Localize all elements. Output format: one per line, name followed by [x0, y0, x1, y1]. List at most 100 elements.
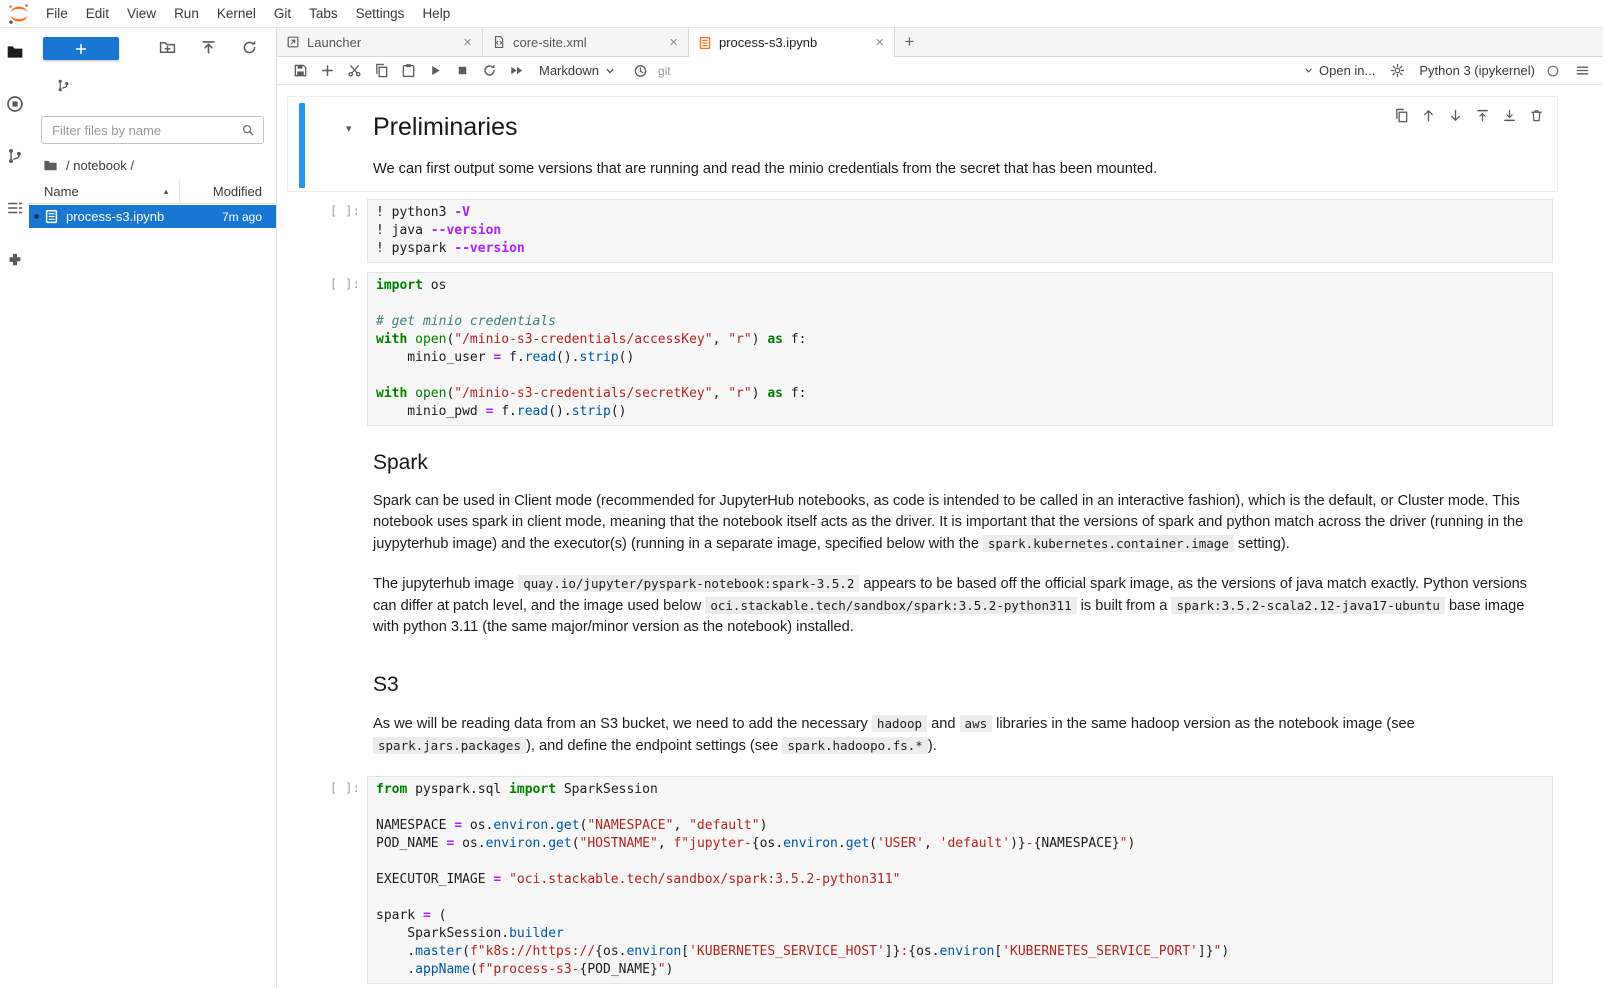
new-folder-button[interactable]: [159, 39, 176, 59]
refresh-icon: [241, 39, 258, 56]
close-icon[interactable]: ×: [462, 35, 473, 50]
breadcrumb[interactable]: / notebook /: [29, 150, 276, 180]
menu-run[interactable]: Run: [165, 0, 208, 27]
code-cell[interactable]: [ ]:! python3 -V! java --version! pyspar…: [277, 199, 1603, 263]
sidebar-tab-file-browser[interactable]: [1, 38, 29, 66]
code-cell[interactable]: [ ]:import os # get minio credentialswit…: [277, 272, 1603, 426]
paste-button[interactable]: [395, 59, 422, 83]
new-folder-icon: [159, 39, 176, 56]
sidebar-tab-table-of-contents[interactable]: [1, 194, 29, 222]
move-up-button[interactable]: [1418, 105, 1438, 125]
sidebar-tab-extensions[interactable]: [1, 246, 29, 274]
breadcrumb-path: / notebook /: [66, 158, 134, 173]
code-line: POD_NAME = os.environ.get("HOSTNAME", f"…: [376, 835, 1544, 853]
restart-button[interactable]: [476, 59, 503, 83]
cells: ▾PreliminariesWe can first output some v…: [277, 101, 1603, 984]
duplicate-icon: [1394, 108, 1409, 123]
sidebar-tab-git[interactable]: [1, 142, 29, 170]
menu-help[interactable]: Help: [413, 0, 459, 27]
markdown-cell[interactable]: S3As we will be reading data from an S3 …: [277, 657, 1603, 767]
insert-below-icon: [1502, 108, 1517, 123]
move-down-button[interactable]: [1445, 105, 1465, 125]
history-button[interactable]: [629, 59, 653, 83]
settings-button[interactable]: [1386, 60, 1408, 82]
new-launcher-button[interactable]: [43, 37, 119, 60]
file-row[interactable]: process-s3.ipynb7m ago: [29, 205, 276, 228]
copy-button[interactable]: [368, 59, 395, 83]
toolbar-overflow-button[interactable]: [1571, 60, 1593, 82]
menu-view[interactable]: View: [118, 0, 165, 27]
kernel-status-icon: [1546, 64, 1560, 78]
menu-git[interactable]: Git: [265, 0, 300, 27]
kernel-name[interactable]: Python 3 (ipykernel): [1419, 63, 1535, 78]
menu-tabs[interactable]: Tabs: [300, 0, 347, 27]
folder-icon: [43, 158, 58, 173]
menu-file[interactable]: File: [37, 0, 77, 27]
tab-process-s3-ipynb[interactable]: process-s3.ipynb ×: [689, 28, 895, 57]
tabs: Launcher×core-site.xml×process-s3.ipynb×: [277, 28, 895, 56]
refresh-button[interactable]: [241, 39, 258, 59]
save-button[interactable]: [287, 59, 314, 83]
code-editor[interactable]: from pyspark.sql import SparkSession NAM…: [367, 776, 1553, 984]
execution-count: [277, 435, 367, 648]
markdown-cell[interactable]: SparkSpark can be used in Client mode (r…: [277, 435, 1603, 648]
inline-code: quay.io/jupyter/pyspark-notebook:spark-3…: [518, 575, 859, 592]
sidebar-tab-running[interactable]: [1, 90, 29, 118]
cell-content: S3As we will be reading data from an S3 …: [367, 657, 1553, 767]
insert-above-button[interactable]: [1472, 105, 1492, 125]
delete-button[interactable]: [1526, 105, 1546, 125]
menu-edit[interactable]: Edit: [77, 0, 118, 27]
cell-collapser[interactable]: [299, 201, 305, 261]
execution-count: [ ]:: [277, 199, 367, 263]
filter-input[interactable]: [41, 116, 264, 144]
duplicate-button[interactable]: [1391, 105, 1411, 125]
column-header-name[interactable]: Name ▲: [29, 180, 179, 203]
heading-collapser-icon[interactable]: ▾: [346, 122, 352, 135]
menu-kernel[interactable]: Kernel: [208, 0, 265, 27]
new-tab-button[interactable]: +: [895, 28, 924, 56]
cell-content: ! python3 -V! java --version! pyspark --…: [367, 199, 1553, 263]
cut-icon: [347, 63, 362, 78]
code-editor[interactable]: import os # get minio credentialswith op…: [367, 272, 1553, 426]
cell-collapser[interactable]: [299, 778, 305, 982]
cell-content: import os # get minio credentialswith op…: [367, 272, 1553, 426]
code-editor[interactable]: ! python3 -V! java --version! pyspark --…: [367, 199, 1553, 263]
git-clone-button[interactable]: [56, 78, 71, 96]
execution-count: [277, 657, 367, 767]
fast-forward-button[interactable]: [503, 59, 530, 83]
insert-below-button[interactable]: [1499, 105, 1519, 125]
tab-label: Launcher: [307, 35, 455, 50]
markdown-heading: Spark: [373, 451, 1553, 475]
cell-type-value: Markdown: [539, 63, 599, 78]
code-line: .master(f"k8s://https://{os.environ['KUB…: [376, 943, 1544, 961]
file-list: process-s3.ipynb7m ago: [29, 204, 276, 988]
insert-button[interactable]: [314, 59, 341, 83]
file-name: process-s3.ipynb: [66, 209, 222, 224]
open-in-dropdown[interactable]: Open in...: [1304, 63, 1375, 78]
run-button[interactable]: [422, 59, 449, 83]
close-icon[interactable]: ×: [874, 35, 885, 50]
upload-button[interactable]: [200, 39, 217, 59]
close-icon[interactable]: ×: [668, 35, 679, 50]
xml-icon: [492, 35, 506, 49]
cut-button[interactable]: [341, 59, 368, 83]
tab-launcher[interactable]: Launcher ×: [277, 28, 483, 56]
code-cell[interactable]: [ ]:from pyspark.sql import SparkSession…: [277, 776, 1603, 984]
markdown-cell[interactable]: ▾PreliminariesWe can first output some v…: [277, 101, 1603, 190]
tab-core-site-xml[interactable]: core-site.xml×: [483, 28, 689, 56]
upload-icon: [200, 39, 217, 56]
cell-collapser[interactable]: [299, 659, 305, 765]
move-up-icon: [1421, 108, 1436, 123]
menu-settings[interactable]: Settings: [347, 0, 414, 27]
notebook-panel[interactable]: ▾PreliminariesWe can first output some v…: [277, 85, 1603, 988]
column-header-modified[interactable]: Modified: [179, 180, 276, 203]
running-indicator: [34, 214, 39, 219]
markdown-heading: S3: [373, 673, 1553, 697]
cell-collapser[interactable]: [299, 274, 305, 424]
stop-button[interactable]: [449, 59, 476, 83]
tab-label: process-s3.ipynb: [719, 35, 867, 50]
cell-collapser[interactable]: [299, 437, 305, 646]
cell-type-dropdown[interactable]: Markdown: [539, 63, 615, 78]
cell-collapser[interactable]: [299, 103, 305, 188]
caret-down-icon: [1304, 66, 1313, 75]
